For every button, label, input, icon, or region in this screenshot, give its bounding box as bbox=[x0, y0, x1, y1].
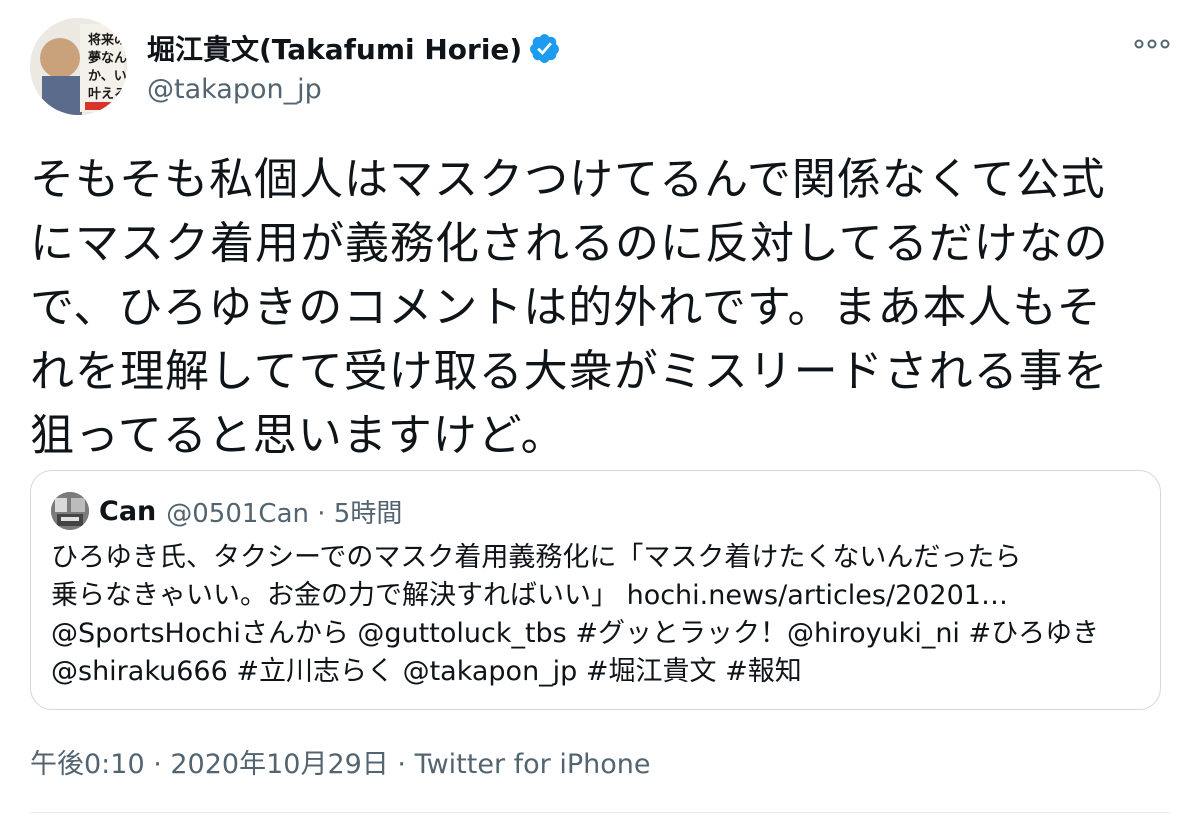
tweet-text-line: で、ひろゆきのコメントは的外れです。まあ本人もそ bbox=[30, 282, 1102, 333]
quoted-text-line: @shiraku666 #立川志らく @takapon_jp #堀江貴文 #報知 bbox=[51, 656, 802, 687]
svg-text:将来の: 将来の bbox=[88, 32, 127, 48]
quoted-tweet-text: ひろゆき氏、タクシーでのマスク着用義務化に「マスク着けたくないんだったら 乗らなき… bbox=[51, 539, 1146, 691]
svg-text:か、いま: か、いま bbox=[88, 69, 127, 84]
tweet-text-line: れを理解してて受け取る大衆がミスリードされる事を bbox=[30, 346, 1109, 397]
tweet-text-line: そもそも私個人はマスクつけてるんで関係なくて公式 bbox=[30, 154, 1106, 205]
svg-text:夢なん: 夢なん bbox=[88, 50, 127, 66]
more-options-button[interactable] bbox=[1132, 30, 1172, 58]
quoted-text-line: @SportsHochiさんから @guttoluck_tbs #グッとラック！… bbox=[51, 618, 1100, 649]
more-horizontal-icon bbox=[1134, 39, 1170, 49]
quoted-author-avatar bbox=[51, 492, 89, 530]
tweet-card: 将来の 夢なん か、いま 叶えろ 堀江貴文(Takafumi Horie) @t… bbox=[0, 0, 1198, 832]
quoted-text-line: ひろゆき氏、タクシーでのマスク着用義務化に「マスク着けたくないんだったら bbox=[51, 542, 1022, 573]
author-name-row: 堀江貴文(Takafumi Horie) bbox=[147, 26, 561, 70]
tweet-text-line: 狙ってると思いますけど。 bbox=[30, 410, 566, 461]
quoted-tweet-header: Can @0501Can · 5時間 bbox=[51, 491, 402, 531]
quoted-tweet[interactable]: Can @0501Can · 5時間 ひろゆき氏、タクシーでのマスク着用義務化に… bbox=[30, 470, 1161, 710]
quoted-text-line: 乗らなきゃいい。お金の力で解決すればいい」 hochi.news/article… bbox=[51, 580, 1008, 611]
svg-text:叶えろ: 叶えろ bbox=[88, 87, 127, 102]
tweet-source-link[interactable]: Twitter for iPhone bbox=[415, 749, 651, 780]
author-avatar[interactable]: 将来の 夢なん か、いま 叶えろ bbox=[30, 18, 127, 115]
verified-badge-icon bbox=[528, 32, 561, 65]
quoted-author-name: Can bbox=[99, 495, 157, 527]
author-display-name[interactable]: 堀江貴文(Takafumi Horie) bbox=[147, 28, 522, 68]
author-handle[interactable]: @takapon_jp bbox=[147, 74, 561, 105]
tweet-text: そもそも私個人はマスクつけてるんで関係なくて公式 にマスク着用が義務化されるのに反… bbox=[30, 148, 1170, 468]
avatar-photo-icon bbox=[51, 492, 89, 530]
tweet-footer: 午後0:10 · 2020年10月29日 · Twitter for iPhon… bbox=[30, 742, 650, 781]
divider bbox=[30, 812, 1170, 813]
tweet-text-line: にマスク着用が義務化されるのに反対してるだけなの bbox=[30, 218, 1109, 269]
author-block: 堀江貴文(Takafumi Horie) @takapon_jp bbox=[147, 26, 561, 105]
avatar-book-cover-icon: 将来の 夢なん か、いま 叶えろ bbox=[30, 18, 127, 115]
tweet-timestamp[interactable]: 午後0:10 · 2020年10月29日 · bbox=[30, 749, 415, 780]
quoted-author-meta: @0501Can · 5時間 bbox=[166, 498, 403, 529]
